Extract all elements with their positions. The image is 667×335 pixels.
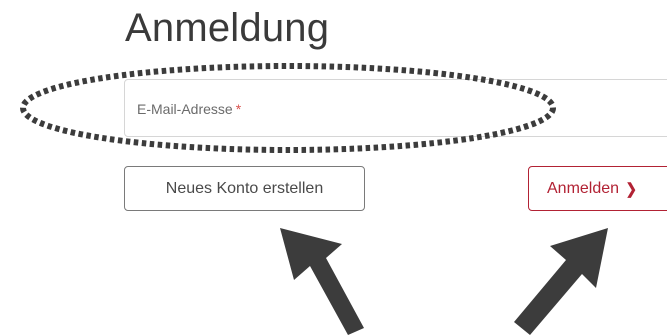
required-marker: * <box>235 101 242 117</box>
email-label-text: E-Mail-Adresse <box>137 101 233 117</box>
arrow-icon <box>514 228 608 335</box>
arrow-icon <box>280 228 364 335</box>
email-field[interactable]: E-Mail-Adresse * <box>124 79 667 137</box>
page-title: Anmeldung <box>125 6 330 50</box>
login-button[interactable]: Anmelden ❯ <box>528 166 667 211</box>
create-account-label: Neues Konto erstellen <box>165 179 324 197</box>
chevron-right-icon: ❯ <box>625 180 637 198</box>
email-label: E-Mail-Adresse * <box>137 101 241 117</box>
create-account-button[interactable]: Neues Konto erstellen <box>124 166 365 211</box>
login-label: Anmelden <box>547 179 620 197</box>
